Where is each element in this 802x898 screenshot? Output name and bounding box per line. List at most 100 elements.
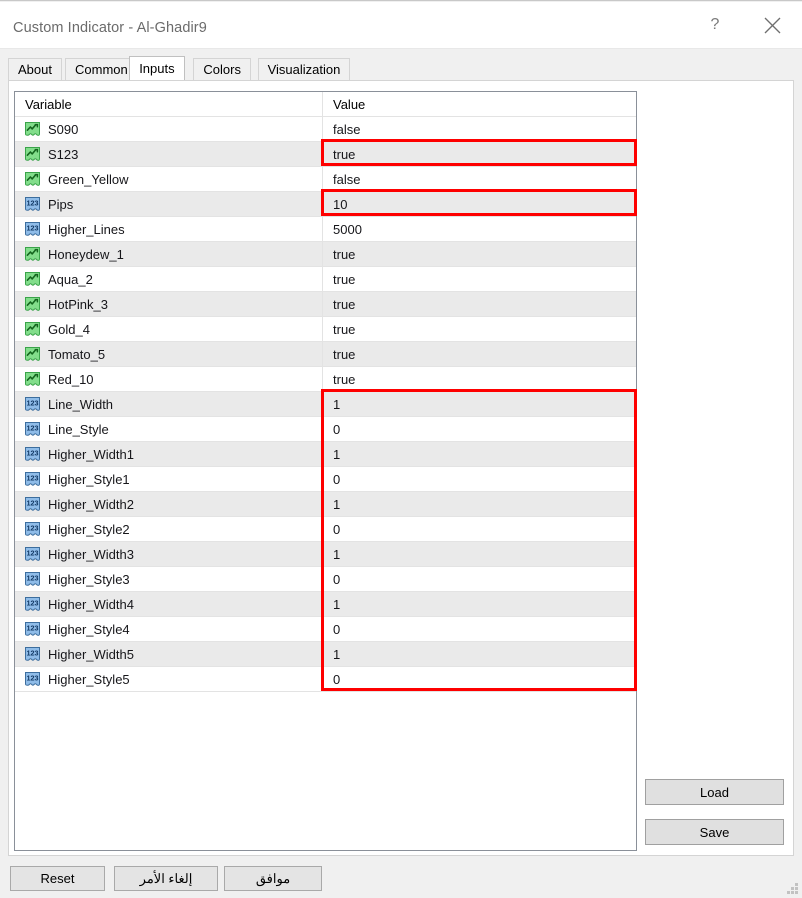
cancel-button-label: إلغاء الأمر: [140, 871, 193, 887]
bool-chart-icon: [24, 146, 41, 162]
grid-header-row: Variable Value: [15, 92, 636, 117]
table-row[interactable]: S123 true: [15, 142, 636, 167]
table-row[interactable]: 123Higher_Style40: [15, 617, 636, 642]
reset-button[interactable]: Reset: [10, 866, 105, 891]
table-row[interactable]: 123Pips10: [15, 192, 636, 217]
tab-label: Common: [75, 63, 128, 76]
value-cell[interactable]: false: [323, 117, 636, 141]
value-cell[interactable]: 0: [323, 467, 636, 491]
table-row[interactable]: Red_10true: [15, 367, 636, 392]
ok-button-label: موافق: [256, 871, 290, 887]
tab-colors[interactable]: Colors: [193, 58, 251, 80]
number-123-icon: 123: [24, 421, 41, 437]
value-cell[interactable]: true: [323, 292, 636, 316]
value-cell[interactable]: true: [323, 142, 636, 166]
window-title: Custom Indicator - Al-Ghadir9: [13, 20, 207, 36]
tab-common[interactable]: Common: [65, 58, 138, 80]
value-cell[interactable]: 10: [323, 192, 636, 216]
value-cell[interactable]: 5000: [323, 217, 636, 241]
close-button[interactable]: [749, 3, 795, 47]
variable-name: S123: [48, 147, 78, 162]
table-row[interactable]: 123 Line_Style 0: [15, 417, 636, 442]
value-cell[interactable]: false: [323, 167, 636, 191]
table-row[interactable]: 123Higher_Width31: [15, 542, 636, 567]
table-row[interactable]: HotPink_3 true: [15, 292, 636, 317]
tab-label: Inputs: [139, 62, 174, 75]
variable-name: Honeydew_1: [48, 247, 124, 262]
table-row[interactable]: 123Higher_Width41: [15, 592, 636, 617]
number-123-icon: 123: [24, 471, 41, 487]
value-cell[interactable]: true: [323, 367, 636, 391]
help-button[interactable]: ?: [692, 3, 738, 47]
tab-about[interactable]: About: [8, 58, 62, 80]
table-row[interactable]: Green_Yellowfalse: [15, 167, 636, 192]
cancel-button[interactable]: إلغاء الأمر: [114, 866, 218, 891]
table-row[interactable]: 123Higher_Width21: [15, 492, 636, 517]
load-button[interactable]: Load: [645, 779, 784, 805]
variable-cell: Tomato_5: [15, 342, 322, 366]
tab-inputs[interactable]: Inputs: [129, 56, 184, 80]
value-cell[interactable]: 1: [323, 492, 636, 516]
svg-text:123: 123: [27, 524, 39, 533]
svg-text:123: 123: [27, 599, 39, 608]
value-cell[interactable]: 0: [323, 567, 636, 591]
svg-text:123: 123: [27, 424, 39, 433]
number-123-icon: 123: [24, 221, 41, 237]
variable-name: HotPink_3: [48, 297, 108, 312]
bool-chart-icon: [24, 171, 41, 187]
value-cell[interactable]: 0: [323, 517, 636, 541]
number-123-icon: 123: [24, 621, 41, 637]
table-row[interactable]: Tomato_5true: [15, 342, 636, 367]
table-row[interactable]: 123Higher_Style30: [15, 567, 636, 592]
reset-button-label: Reset: [41, 871, 75, 886]
resize-grip[interactable]: [787, 883, 798, 894]
variable-cell: 123Higher_Style1: [15, 467, 322, 491]
value-cell[interactable]: true: [323, 242, 636, 266]
value-cell[interactable]: 1: [323, 542, 636, 566]
save-button-label: Save: [700, 825, 730, 840]
value-cell[interactable]: true: [323, 317, 636, 341]
variable-name: Pips: [48, 197, 73, 212]
title-bar: Custom Indicator - Al-Ghadir9 ?: [0, 2, 802, 49]
value-cell[interactable]: 1: [323, 592, 636, 616]
table-row[interactable]: 123Higher_Style20: [15, 517, 636, 542]
tab-label: Colors: [203, 63, 241, 76]
custom-indicator-dialog: Custom Indicator - Al-Ghadir9 ? About Com…: [0, 0, 802, 898]
number-123-icon: 123: [24, 396, 41, 412]
bool-chart-icon: [24, 246, 41, 262]
value-cell[interactable]: 1: [323, 642, 636, 666]
table-row[interactable]: Honeydew_1 true: [15, 242, 636, 267]
value-cell[interactable]: true: [323, 342, 636, 366]
variable-cell: S123: [15, 142, 322, 166]
table-row[interactable]: 123Higher_Width11: [15, 442, 636, 467]
save-button[interactable]: Save: [645, 819, 784, 845]
variable-name: Line_Style: [48, 422, 109, 437]
variable-cell: S090: [15, 117, 322, 141]
parameters-grid[interactable]: Variable Value S090falseS123trueGreen_Ye…: [14, 91, 637, 851]
value-cell[interactable]: 0: [323, 617, 636, 641]
table-row[interactable]: Gold_4 true: [15, 317, 636, 342]
tab-strip: About Common Inputs Colors Visualization: [8, 58, 794, 80]
table-row[interactable]: 123Higher_Style10: [15, 467, 636, 492]
column-header-variable: Variable: [25, 92, 72, 117]
number-123-icon: 123: [24, 646, 41, 662]
table-row[interactable]: 123Higher_Style50: [15, 667, 636, 692]
table-row[interactable]: 123Higher_Width51: [15, 642, 636, 667]
variable-name: S090: [48, 122, 78, 137]
ok-button[interactable]: موافق: [224, 866, 322, 891]
value-cell[interactable]: 1: [323, 442, 636, 466]
tab-visualization[interactable]: Visualization: [258, 58, 351, 80]
variable-name: Gold_4: [48, 322, 90, 337]
variable-cell: 123Pips: [15, 192, 322, 216]
question-mark-icon: ?: [711, 16, 720, 34]
table-row[interactable]: Aqua_2true: [15, 267, 636, 292]
bool-chart-icon: [24, 296, 41, 312]
table-row[interactable]: 123Higher_Lines5000: [15, 217, 636, 242]
value-cell[interactable]: 0: [323, 667, 636, 691]
value-cell[interactable]: 0: [323, 417, 636, 441]
value-cell[interactable]: 1: [323, 392, 636, 416]
variable-cell: 123Higher_Style2: [15, 517, 322, 541]
table-row[interactable]: S090 false: [15, 117, 636, 142]
table-row[interactable]: 123Line_Width1: [15, 392, 636, 417]
value-cell[interactable]: true: [323, 267, 636, 291]
